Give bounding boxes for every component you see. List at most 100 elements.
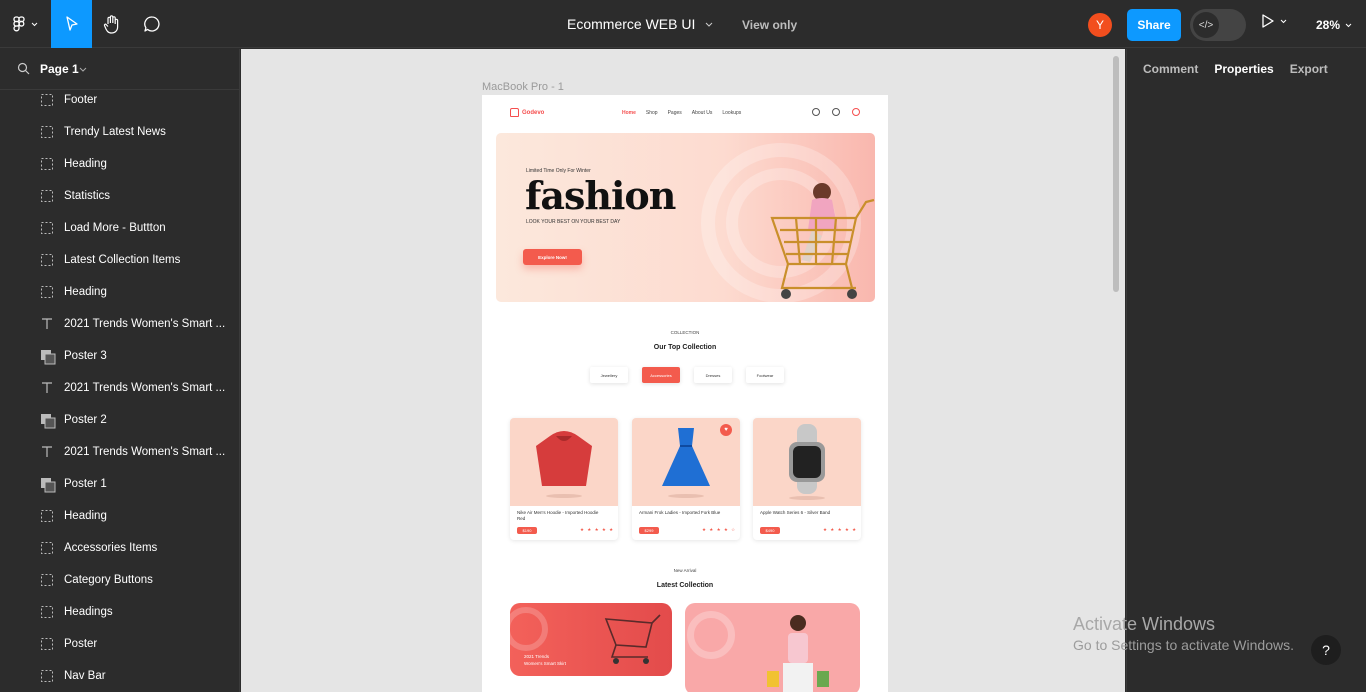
layer-item[interactable]: Poster [0, 628, 240, 660]
layer-label: Statistics [64, 190, 111, 202]
layer-label: Heading [64, 286, 107, 298]
layer-label: Accessories Items [64, 542, 158, 554]
zoom-level: 28% [1316, 18, 1341, 32]
layer-item[interactable]: Poster 2 [0, 404, 240, 436]
collection-kicker: COLLECTION [670, 330, 700, 335]
layer-item[interactable]: Heading [0, 500, 240, 532]
house-logo-icon [510, 108, 519, 117]
layer-label: Heading [64, 510, 107, 522]
layer-label: Footer [64, 94, 98, 106]
hero-cta-button: Explore Now! [523, 249, 582, 265]
canvas[interactable]: MacBook Pro - 1 Godevo Home Shop Pages A… [241, 49, 1125, 692]
canvas-scrollbar[interactable] [1113, 56, 1119, 292]
file-title[interactable]: Ecommerce WEB UI [567, 16, 713, 32]
layer-label: Nav Bar [64, 670, 106, 682]
poster-woman-image [767, 615, 829, 692]
comment-tool-button[interactable] [132, 0, 172, 48]
chevron-down-icon [79, 67, 87, 72]
category-dresses: Dresses [694, 367, 732, 383]
product-rating: ★ ★ ★ ★ ★ [580, 527, 615, 532]
layer-item[interactable]: 2021 Trends Women's Smart ... [0, 372, 240, 404]
layer-item[interactable]: Heading [0, 276, 240, 308]
layer-item[interactable]: Statistics [0, 180, 240, 212]
image-icon [40, 413, 56, 429]
frame-icon [40, 573, 54, 587]
page-label: Page 1 [40, 62, 79, 76]
hero-poster: Limited Time Only For Winter fashion LOO… [496, 133, 875, 302]
frame-icon [40, 93, 54, 107]
frame-icon [40, 125, 54, 139]
text-icon [40, 317, 54, 331]
present-button[interactable] [1262, 14, 1287, 28]
frame-icon [40, 157, 54, 171]
layer-item[interactable]: Trendy Latest News [0, 116, 240, 148]
layer-item[interactable]: Poster 3 [0, 340, 240, 372]
layer-item[interactable]: Category Buttons [0, 564, 240, 596]
tab-export[interactable]: Export [1290, 62, 1328, 76]
layer-item[interactable]: Footer [0, 84, 240, 116]
site-brand: Godevo [510, 108, 544, 117]
frame-label[interactable]: MacBook Pro - 1 [482, 81, 564, 93]
category-jewellery: Jewellery [590, 367, 628, 383]
avatar[interactable]: Y [1088, 13, 1112, 37]
text-icon [40, 381, 54, 395]
hero-subtitle: LOOK YOUR BEST ON YOUR BEST DAY [526, 219, 621, 225]
layer-item[interactable]: Accessories Items [0, 532, 240, 564]
poster-decor-ring [510, 607, 548, 651]
tab-comment[interactable]: Comment [1143, 62, 1198, 76]
layer-item[interactable]: Latest Collection Items [0, 244, 240, 276]
site-nav-links: Home Shop Pages About Us Lookups [622, 110, 741, 116]
layer-label: Category Buttons [64, 574, 153, 586]
layer-label: Poster 3 [64, 350, 107, 362]
poster-1-text: 2021 Trends Women's Smart Skirt [524, 653, 566, 667]
layer-item[interactable]: Heading [0, 148, 240, 180]
frame-icon [40, 285, 54, 299]
frame-icon [40, 605, 54, 619]
layer-item[interactable]: Poster 1 [0, 468, 240, 500]
category-accessories: Accessories [642, 367, 680, 383]
share-button[interactable]: Share [1127, 9, 1181, 41]
search-icon [17, 62, 30, 75]
category-footwear: Footwear [746, 367, 784, 383]
frame-icon [40, 541, 54, 555]
site-brand-name: Godevo [522, 109, 545, 116]
design-frame[interactable]: Godevo Home Shop Pages About Us Lookups … [482, 95, 888, 692]
image-icon [40, 349, 56, 365]
play-icon [1262, 14, 1274, 28]
product-name: Armani Frok Ladies - Imported Fork Blue [639, 510, 721, 515]
product-price: $190 [517, 527, 537, 534]
move-tool-button[interactable] [51, 0, 92, 48]
zoom-menu[interactable]: 28% [1316, 18, 1352, 32]
product-name: Nike Air Men's Hoodie - Imported Hoodie … [517, 510, 599, 521]
layer-item[interactable]: Headings [0, 596, 240, 628]
help-button[interactable]: ? [1311, 635, 1341, 665]
site-nav-lookups: Lookups [722, 110, 742, 116]
chevron-down-icon [31, 22, 37, 26]
layer-label: Headings [64, 606, 113, 618]
main-menu-button[interactable] [0, 0, 50, 48]
hand-tool-button[interactable] [92, 0, 132, 48]
layer-item[interactable]: Load More - Buttton [0, 212, 240, 244]
layer-item[interactable]: 2021 Trends Women's Smart ... [0, 308, 240, 340]
file-title-text: Ecommerce WEB UI [567, 16, 696, 32]
layer-label: Poster [64, 638, 98, 650]
site-nav-bar: Godevo Home Shop Pages About Us Lookups [482, 95, 888, 133]
site-nav-shop: Shop [645, 110, 658, 116]
heart-icon: ♥ [720, 424, 732, 436]
frame-icon [40, 253, 54, 267]
tab-properties[interactable]: Properties [1214, 62, 1273, 76]
hoodie-image [536, 431, 592, 498]
user-icon [832, 108, 840, 116]
layer-item[interactable]: 2021 Trends Women's Smart ... [0, 436, 240, 468]
product-price: $490 [760, 527, 780, 534]
dev-mode-toggle[interactable]: </> [1190, 9, 1246, 41]
layer-item[interactable]: Nav Bar [0, 660, 240, 692]
chevron-down-icon [1345, 23, 1352, 27]
poster-1-line-1: 2021 Trends [524, 654, 550, 659]
view-only-badge: View only [742, 18, 798, 32]
comment-icon [144, 16, 160, 32]
product-rating: ★ ★ ★ ★ ★ [823, 527, 858, 532]
product-rating: ★ ★ ★ ★ ☆ [702, 527, 737, 532]
site-nav-pages: Pages [667, 110, 682, 116]
poster-2 [685, 603, 860, 692]
